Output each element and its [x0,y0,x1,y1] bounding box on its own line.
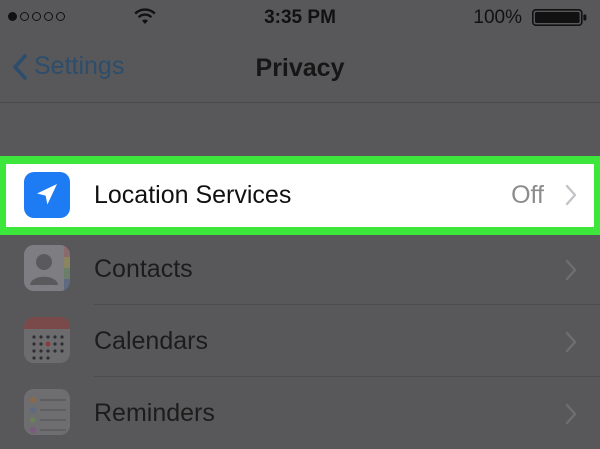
reminders-icon [24,389,70,435]
battery-icon [532,9,587,26]
chevron-right-icon [565,331,577,353]
location-arrow-icon [24,172,70,218]
page-title: Privacy [255,54,345,82]
row-location-services[interactable]: Location Services Off [0,156,600,235]
row-label: Calendars [94,327,208,355]
battery-percent: 100% [473,7,522,28]
chevron-right-icon [565,184,577,206]
status-bar: 3:35 PM 100% [0,0,600,36]
privacy-list: Location Services Off Contacts Calendars… [0,156,600,449]
row-label: Reminders [94,399,215,427]
row-value: Off [511,181,544,209]
chevron-right-icon [565,403,577,425]
row-reminders[interactable]: Reminders [0,377,600,449]
row-label: Location Services [94,181,292,209]
calendar-icon [24,317,70,363]
contacts-icon [24,245,70,291]
row-calendars[interactable]: Calendars [0,305,600,377]
row-contacts[interactable]: Contacts [0,233,600,305]
chevron-right-icon [565,259,577,281]
row-label: Contacts [94,255,193,283]
navigation-bar: Settings Privacy [0,36,600,103]
